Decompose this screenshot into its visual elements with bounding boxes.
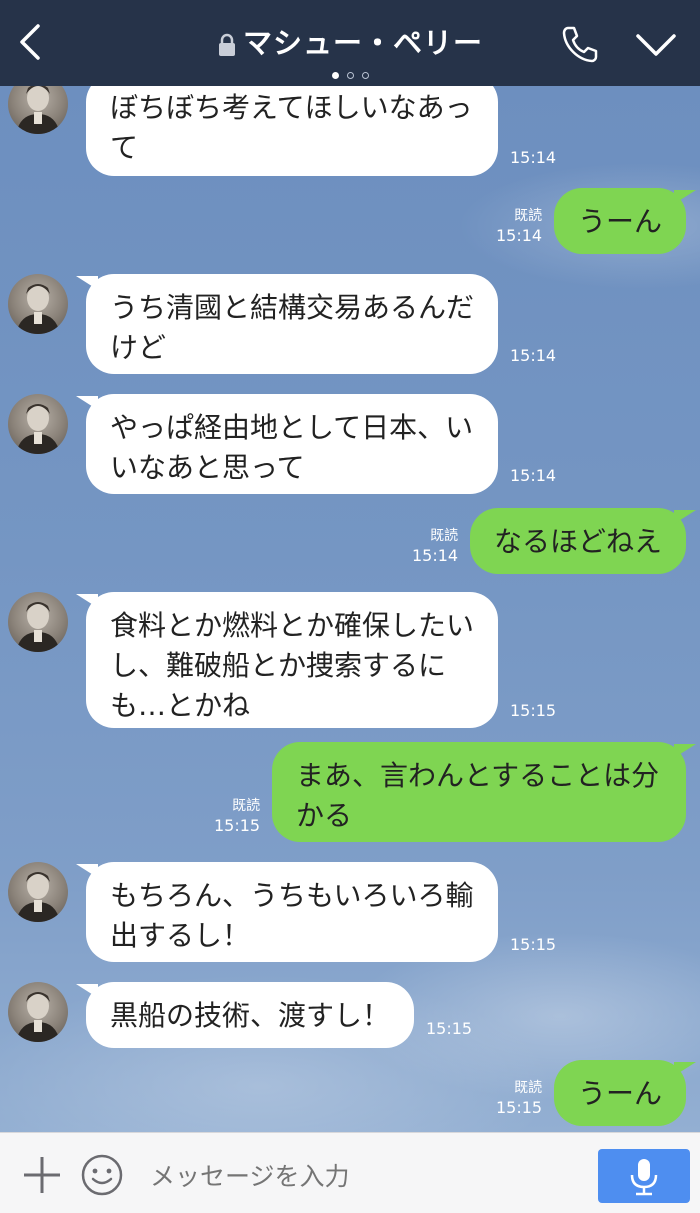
message-text: うーん bbox=[578, 205, 663, 238]
message-bubble-outgoing[interactable]: まあ、言わんとすることは分 かる bbox=[272, 742, 696, 842]
message-meta: 既読 15:15 bbox=[214, 796, 260, 836]
message-time: 15:15 bbox=[496, 1098, 543, 1117]
lock-icon bbox=[218, 33, 235, 56]
avatar[interactable] bbox=[8, 982, 68, 1042]
message-text-line: まあ、言わんとすることは分 bbox=[296, 759, 660, 792]
message-bubble-outgoing[interactable]: なるほどねえ bbox=[470, 508, 696, 574]
message-text-line: うち清國と結構交易あるんだ bbox=[110, 291, 475, 324]
message-bubble-incoming[interactable]: もちろん、うちもいろいろ輸 出するし！ bbox=[76, 862, 498, 962]
message-bubble-incoming[interactable]: やっぱ経由地として日本、い いなあと思って bbox=[76, 394, 498, 494]
message-text-line: かる bbox=[296, 799, 353, 832]
plus-icon[interactable] bbox=[22, 1155, 62, 1195]
read-receipt: 既読 bbox=[430, 528, 459, 544]
message-text-line: ぼちぼち考えてほしいなあっ bbox=[110, 91, 473, 124]
message-bubble-incoming[interactable]: ぼちぼち考えてほしいなあっ て bbox=[76, 86, 498, 176]
avatar[interactable] bbox=[8, 862, 68, 922]
message-text-line: もちろん、うちもいろいろ輸 bbox=[110, 879, 474, 912]
message-meta: 15:14 bbox=[510, 466, 556, 486]
message-meta: 既読 15:15 bbox=[496, 1078, 542, 1118]
message-text: なるほどねえ bbox=[494, 525, 663, 558]
message-bubble-outgoing[interactable]: うーん bbox=[554, 1060, 696, 1126]
message-meta: 15:15 bbox=[510, 701, 556, 721]
read-receipt: 既読 bbox=[232, 798, 261, 814]
avatar[interactable] bbox=[8, 592, 68, 652]
message-time: 15:14 bbox=[496, 226, 543, 245]
avatar[interactable] bbox=[8, 86, 68, 134]
message-text: 黒船の技術、渡すし！ bbox=[110, 999, 391, 1032]
message-meta: 既読 15:14 bbox=[496, 206, 542, 246]
message-time: 15:15 bbox=[510, 935, 557, 954]
message-meta: 15:14 bbox=[510, 346, 556, 366]
phone-icon[interactable] bbox=[558, 22, 602, 66]
message-text-line: いなあと思って bbox=[110, 451, 305, 484]
microphone-icon bbox=[630, 1159, 658, 1196]
read-receipt: 既読 bbox=[514, 208, 543, 224]
message-meta: 15:15 bbox=[426, 1019, 472, 1039]
message-text-line: も…とかね bbox=[110, 689, 251, 722]
avatar[interactable] bbox=[8, 274, 68, 334]
smiley-icon[interactable] bbox=[80, 1153, 124, 1197]
page-dot bbox=[346, 72, 354, 79]
message-composer bbox=[0, 1132, 700, 1213]
page-dot bbox=[361, 72, 369, 79]
message-time: 15:14 bbox=[412, 546, 459, 565]
message-time: 15:15 bbox=[426, 1019, 473, 1038]
read-receipt: 既読 bbox=[514, 1080, 543, 1096]
message-bubble-incoming[interactable]: 食料とか燃料とか確保したい し、難破船とか捜索するに も…とかね bbox=[76, 592, 498, 728]
message-meta: 既読 15:14 bbox=[412, 526, 458, 566]
message-text: うーん bbox=[578, 1077, 663, 1110]
page-dot-active bbox=[331, 72, 339, 79]
message-input[interactable] bbox=[148, 1155, 582, 1197]
message-text-line: し、難破船とか捜索するに bbox=[110, 649, 447, 682]
message-meta: 15:15 bbox=[510, 935, 556, 955]
message-list[interactable]: ぼちぼち考えてほしいなあっ て 15:14 既読 15:14 うーん うち清國と… bbox=[0, 86, 700, 1132]
message-bubble-incoming[interactable]: 黒船の技術、渡すし！ bbox=[76, 982, 414, 1048]
message-bubble-incoming[interactable]: うち清國と結構交易あるんだ けど bbox=[76, 274, 498, 374]
message-text-line: 出するし！ bbox=[110, 919, 251, 952]
message-meta: 15:14 bbox=[510, 148, 556, 168]
chevron-down-icon[interactable] bbox=[634, 30, 678, 60]
message-text-line: 食料とか燃料とか確保したい bbox=[110, 609, 475, 642]
message-time: 15:15 bbox=[510, 701, 557, 720]
message-bubble-outgoing[interactable]: うーん bbox=[554, 188, 696, 254]
contact-name: マシュー・ペリー bbox=[242, 26, 483, 60]
message-text-line: て bbox=[110, 131, 139, 164]
message-time: 15:14 bbox=[510, 466, 557, 485]
message-time: 15:14 bbox=[510, 148, 557, 167]
page-indicator bbox=[0, 64, 700, 79]
message-time: 15:15 bbox=[214, 816, 261, 835]
microphone-button[interactable] bbox=[598, 1149, 690, 1203]
message-time: 15:14 bbox=[510, 346, 557, 365]
avatar[interactable] bbox=[8, 394, 68, 454]
chat-header: マシュー・ペリー bbox=[0, 0, 700, 86]
message-text-line: けど bbox=[110, 331, 167, 364]
message-text-line: やっぱ経由地として日本、い bbox=[110, 411, 474, 444]
